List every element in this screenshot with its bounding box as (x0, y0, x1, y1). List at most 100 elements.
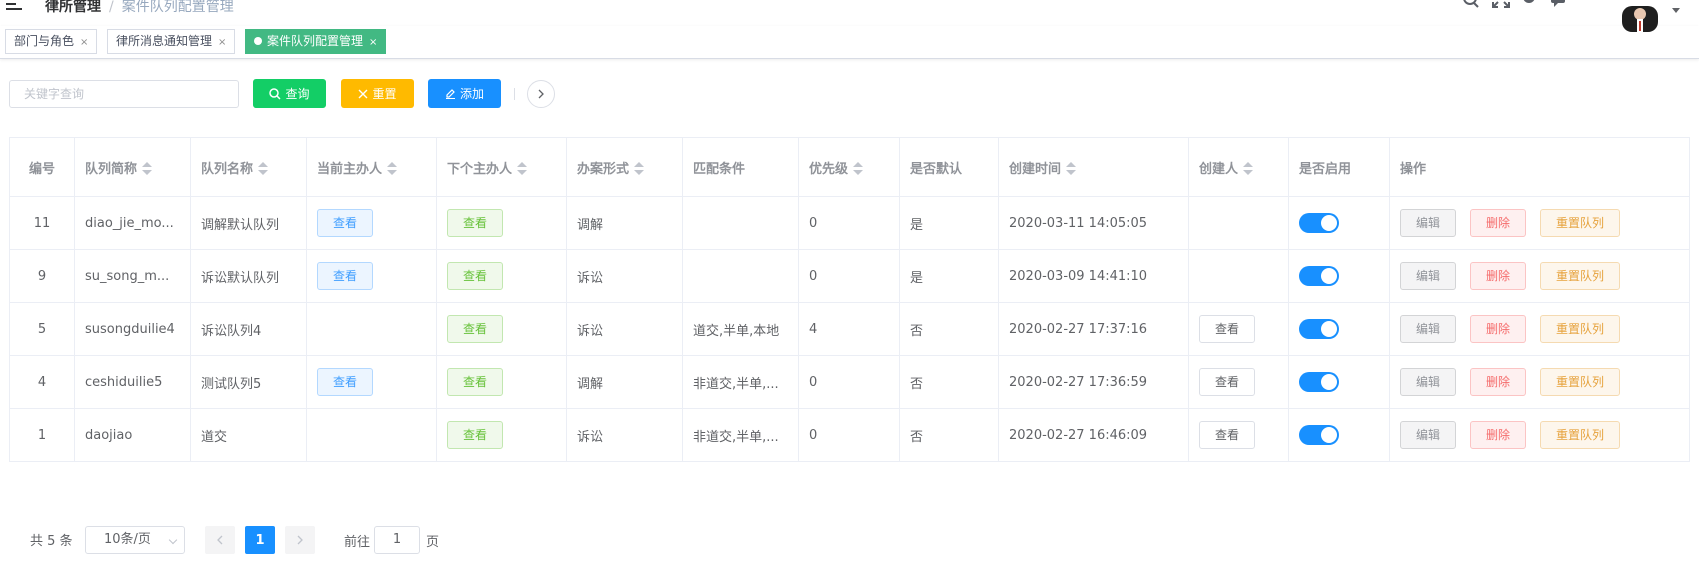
hamburger-icon[interactable] (6, 0, 22, 10)
cell-creator (1188, 249, 1289, 303)
add-button[interactable]: 添加 (428, 79, 501, 108)
cell-name: 测试队列5 (190, 355, 307, 409)
edit-button[interactable]: 编辑 (1400, 315, 1456, 343)
breadcrumb-item-lawfirm[interactable]: 律所管理 (45, 0, 101, 15)
col-current-host[interactable]: 当前主办人 (306, 137, 437, 197)
reset-button[interactable]: 重置 (341, 79, 414, 108)
sort-icon[interactable] (634, 162, 645, 176)
table-row: 5 susongduilie4 诉讼队列4 查看 诉讼 道交,半单,本地 4 否 2020-02… (9, 302, 1690, 356)
col-priority[interactable]: 优先级 (798, 137, 900, 197)
goto-prefix: 前往 (344, 535, 371, 550)
edit-button[interactable]: 编辑 (1400, 421, 1456, 449)
close-icon (358, 89, 368, 98)
reset-queue-button[interactable]: 重置队列 (1540, 209, 1620, 237)
enabled-toggle[interactable] (1299, 213, 1339, 233)
col-short-name[interactable]: 队列简称 (74, 137, 191, 197)
breadcrumb-item-current: 案件队列配置管理 (121, 0, 234, 15)
cell-form: 诉讼 (566, 408, 683, 462)
edit-button[interactable]: 编辑 (1400, 368, 1456, 396)
sort-icon[interactable] (1066, 162, 1077, 176)
sort-icon[interactable] (1243, 162, 1254, 176)
col-next-host[interactable]: 下个主办人 (436, 137, 567, 197)
active-dot-icon (254, 37, 262, 45)
view-next-host-button[interactable]: 查看 (447, 421, 503, 449)
tag-queue-config[interactable]: 案件队列配置管理 × (245, 29, 387, 54)
view-creator-button[interactable]: 查看 (1199, 315, 1255, 343)
reset-queue-button[interactable]: 重置队列 (1540, 262, 1620, 290)
view-current-host-button[interactable]: 查看 (317, 262, 373, 290)
tag-message-notify[interactable]: 律所消息通知管理 × (107, 29, 236, 54)
delete-button[interactable]: 删除 (1470, 368, 1526, 396)
enabled-toggle[interactable] (1299, 372, 1339, 392)
cell-short-name: ceshiduilie5 (74, 355, 191, 409)
cell-creator: 查看 (1188, 355, 1289, 409)
enabled-toggle[interactable] (1299, 425, 1339, 445)
cell-creator: 查看 (1188, 408, 1289, 462)
view-current-host-button[interactable]: 查看 (317, 209, 373, 237)
close-icon[interactable]: × (218, 37, 226, 48)
col-enabled: 是否启用 (1288, 137, 1390, 197)
goto-page-input[interactable]: 1 (374, 526, 420, 554)
search-icon[interactable] (1455, 0, 1484, 14)
delete-button[interactable]: 删除 (1470, 209, 1526, 237)
reset-queue-button[interactable]: 重置队列 (1540, 421, 1620, 449)
delete-button[interactable]: 删除 (1470, 262, 1526, 290)
enabled-toggle[interactable] (1299, 266, 1339, 286)
tag-dept-role[interactable]: 部门与角色 × (5, 29, 98, 54)
view-current-host-button[interactable]: 查看 (317, 368, 373, 396)
close-icon[interactable]: × (80, 37, 88, 48)
page-number-button[interactable]: 1 (245, 526, 275, 554)
view-next-host-button[interactable]: 查看 (447, 262, 503, 290)
edit-button[interactable]: 编辑 (1400, 262, 1456, 290)
table-row: 11 diao_jie_mo... 调解默认队列 查看 查看 调解 0 是 2020-03-11… (9, 196, 1690, 250)
cell-current-host (306, 408, 437, 462)
view-next-host-button[interactable]: 查看 (447, 368, 503, 396)
cell-priority: 0 (798, 196, 900, 250)
sort-icon[interactable] (517, 162, 528, 176)
cell-match: 非道交,半单,... (682, 355, 799, 409)
next-page-button[interactable] (285, 526, 315, 554)
expand-button[interactable] (527, 80, 555, 108)
cell-form: 调解 (566, 196, 683, 250)
delete-button[interactable]: 删除 (1470, 315, 1526, 343)
search-input[interactable] (9, 80, 239, 108)
sort-icon[interactable] (853, 162, 864, 176)
col-actions: 操作 (1389, 137, 1690, 197)
sort-icon[interactable] (142, 162, 153, 176)
col-created[interactable]: 创建时间 (998, 137, 1189, 197)
sort-icon[interactable] (258, 162, 269, 176)
cell-name: 诉讼队列4 (190, 302, 307, 356)
cell-id: 5 (9, 302, 75, 356)
table-row: 4 ceshiduilie5 测试队列5 查看 查看 调解 非道交,半单,... 0 否 2020… (9, 355, 1690, 409)
sort-icon[interactable] (387, 162, 398, 176)
edit-button[interactable]: 编辑 (1400, 209, 1456, 237)
cell-match (682, 249, 799, 303)
prev-page-button[interactable] (205, 526, 235, 554)
view-creator-button[interactable]: 查看 (1199, 368, 1255, 396)
page-size-select[interactable]: 10条/页 (85, 526, 185, 554)
col-form[interactable]: 办案形式 (566, 137, 683, 197)
close-icon[interactable]: × (369, 37, 377, 48)
table-row: 1 daojiao 道交 查看 诉讼 非道交,半单,... 0 否 2020-02-27 16:… (9, 408, 1690, 462)
view-next-host-button[interactable]: 查看 (447, 209, 503, 237)
query-button[interactable]: 查询 (253, 79, 326, 108)
col-name[interactable]: 队列名称 (190, 137, 307, 197)
fullscreen-icon[interactable] (1484, 0, 1513, 14)
cell-created: 2020-02-27 16:46:09 (998, 408, 1189, 462)
enabled-toggle[interactable] (1299, 319, 1339, 339)
queue-table: 编号 队列简称 队列名称 当前主办人 下个主办人 办案形式 匹配条件 优先级 是… (9, 137, 1690, 462)
col-creator[interactable]: 创建人 (1188, 137, 1289, 197)
add-label: 添加 (459, 87, 484, 101)
view-next-host-button[interactable]: 查看 (447, 315, 503, 343)
cell-form: 诉讼 (566, 249, 683, 303)
search-icon (269, 87, 282, 100)
reset-queue-button[interactable]: 重置队列 (1540, 315, 1620, 343)
cell-default: 否 (899, 355, 999, 409)
reset-queue-button[interactable]: 重置队列 (1540, 368, 1620, 396)
view-creator-button[interactable]: 查看 (1199, 421, 1255, 449)
header-tools (1455, 0, 1569, 14)
message-icon[interactable] (1541, 0, 1570, 14)
delete-button[interactable]: 删除 (1470, 421, 1526, 449)
chevron-down-icon[interactable] (1672, 8, 1680, 13)
size-icon[interactable] (1512, 0, 1541, 14)
